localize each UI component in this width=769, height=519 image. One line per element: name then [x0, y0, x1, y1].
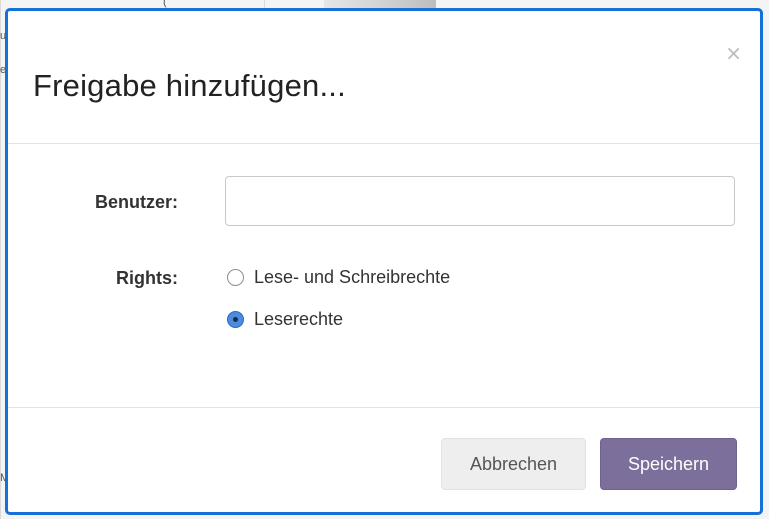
save-button[interactable]: Speichern [600, 438, 737, 490]
background-divider [0, 0, 1, 519]
radio-label: Lese- und Schreibrechte [254, 267, 451, 287]
radio-button-checked[interactable] [227, 311, 244, 328]
rights-label: Rights: [116, 268, 178, 288]
add-share-dialog: Freigabe hinzufügen... × Benutzer: Right… [5, 8, 763, 515]
cancel-button[interactable]: Abbrechen [441, 438, 586, 490]
radio-read-only[interactable]: Leserechte [227, 309, 343, 330]
user-input[interactable] [225, 176, 735, 226]
close-icon[interactable]: × [725, 43, 742, 63]
dialog-body: Benutzer: Rights: Lese- und Schreibrecht… [8, 144, 760, 408]
radio-label: Leserechte [254, 309, 344, 329]
user-label: Benutzer: [94, 192, 178, 212]
radio-read-write[interactable]: Lese- und Schreibrechte [227, 267, 450, 288]
screen: ( u e M Freigabe hinzufügen... × Benutze… [0, 0, 769, 519]
radio-button-unchecked[interactable] [227, 269, 244, 286]
background-text: ( [163, 0, 167, 8]
dialog-title: Freigabe hinzufügen... [33, 68, 346, 103]
dialog-footer: Abbrechen Speichern [8, 408, 760, 512]
dialog-header: Freigabe hinzufügen... × [8, 11, 760, 144]
